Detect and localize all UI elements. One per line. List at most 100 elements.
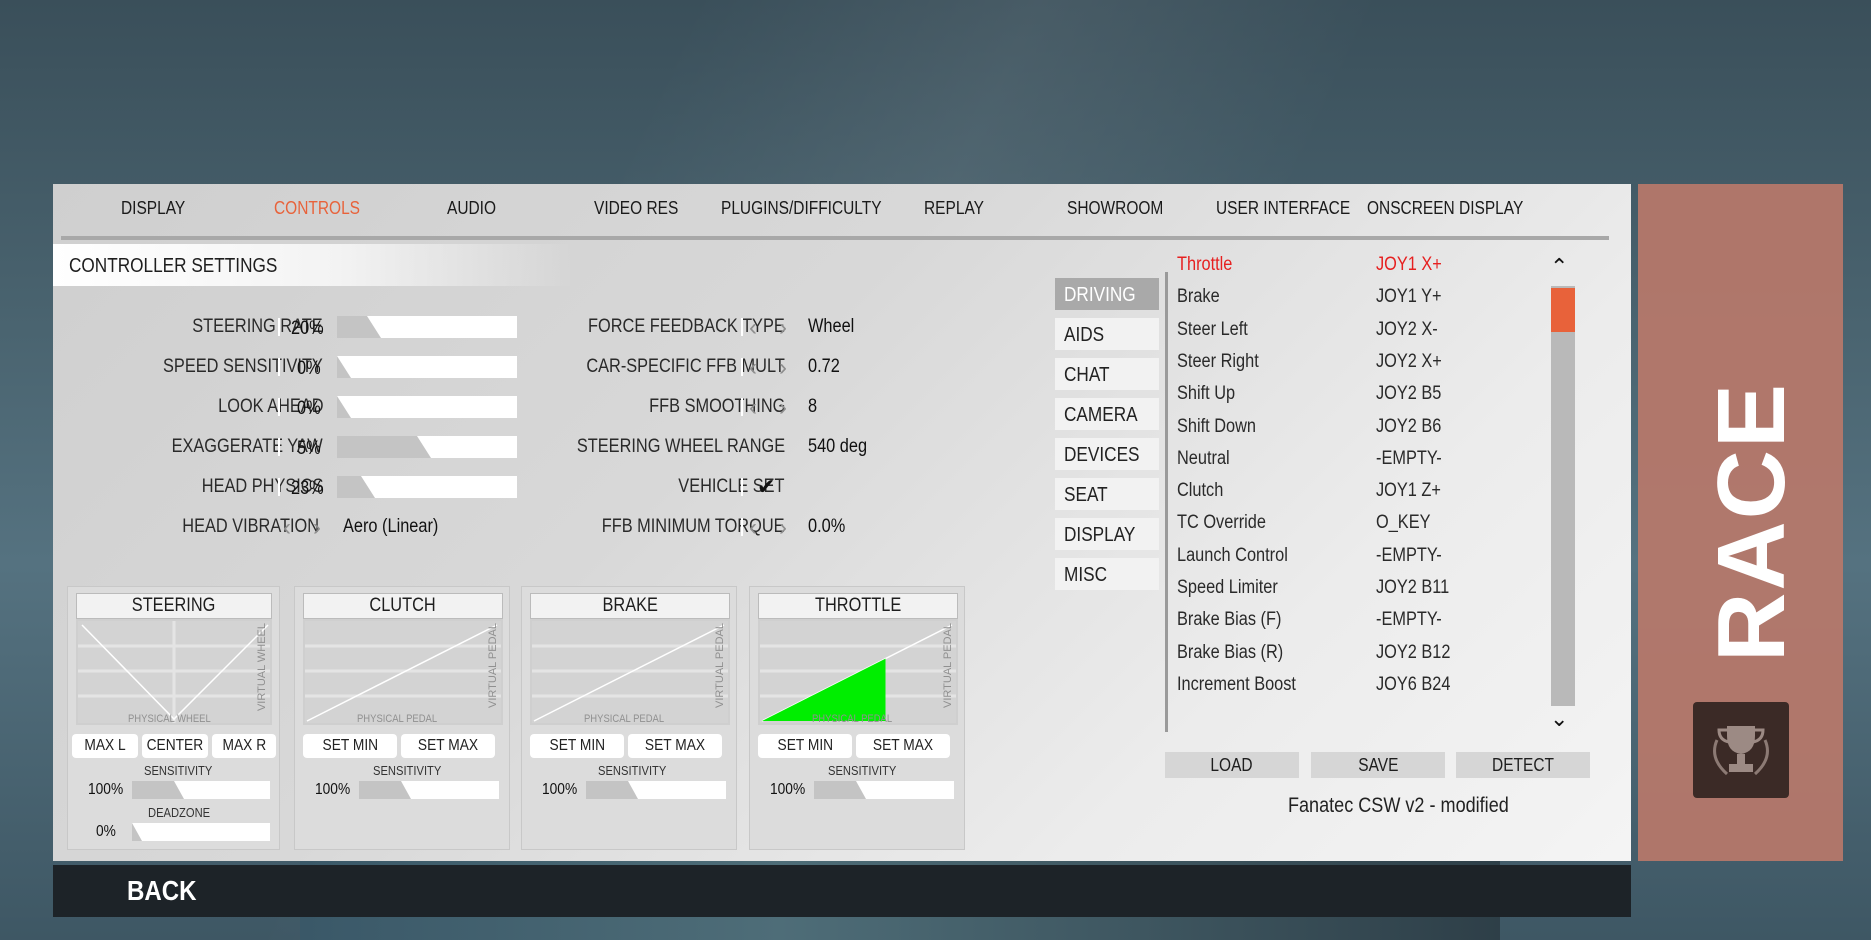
tab-controls[interactable]: CONTROLS	[274, 198, 360, 219]
binding-action: Steer Left	[1177, 318, 1248, 340]
binding-scrollbar[interactable]	[1551, 286, 1575, 706]
steering-wheel-range-value: 540 deg	[808, 436, 868, 457]
head-physics-slider[interactable]	[337, 476, 517, 498]
speed-sensitivity-value: 0%	[297, 358, 321, 379]
category-display[interactable]: DISPLAY	[1055, 518, 1159, 550]
binding-key: JOY2 B6	[1376, 415, 1442, 437]
category-misc[interactable]: MISC	[1055, 558, 1159, 590]
exaggerate-yaw-slider[interactable]	[337, 436, 517, 458]
binding-key: JOY6 B24	[1376, 673, 1451, 695]
binding-scroll-thumb[interactable]	[1551, 288, 1575, 332]
save-button[interactable]: SAVE	[1311, 752, 1445, 778]
tab-replay[interactable]: REPLAY	[924, 198, 984, 219]
binding-action: Shift Down	[1177, 415, 1257, 437]
ffb-type-prev-icon[interactable]: ‹	[749, 316, 757, 340]
back-button[interactable]: BACK	[127, 875, 197, 907]
section-title: CONTROLLER SETTINGS	[69, 255, 278, 277]
tab-video-res[interactable]: VIDEO RES	[594, 198, 678, 219]
category-driving[interactable]: DRIVING	[1055, 278, 1159, 310]
throttle-calibration: THROTTLE PHYSICAL PEDAL VIRTUAL PEDAL SE…	[749, 586, 965, 850]
throttle-sensitivity-slider[interactable]	[814, 781, 954, 799]
section-header: CONTROLLER SETTINGS	[53, 244, 573, 286]
ffb-mult-next-icon[interactable]: ›	[779, 356, 787, 380]
throttle-sensitivity-label: SENSITIVITY	[828, 763, 897, 778]
brake-calibration: BRAKE PHYSICAL PEDAL VIRTUAL PEDAL SET M…	[521, 586, 737, 850]
steering-y-label: VIRTUAL WHEEL	[256, 623, 268, 712]
throttle-title: THROTTLE	[758, 593, 958, 619]
ffb-smoothing-next-icon[interactable]: ›	[779, 396, 787, 420]
clutch-y-label: VIRTUAL PEDAL	[487, 623, 499, 708]
brake-y-label: VIRTUAL PEDAL	[714, 623, 726, 708]
category-chat[interactable]: CHAT	[1055, 358, 1159, 390]
ffb-minimum-torque-value: 0.0%	[808, 516, 846, 537]
brake-set-min-button[interactable]: SET MIN	[530, 734, 624, 758]
ffb-min-torque-prev-icon[interactable]: ‹	[749, 516, 757, 540]
head-vibration-next-icon[interactable]: ›	[313, 516, 321, 540]
binding-action: Speed Limiter	[1177, 577, 1278, 598]
tab-onscreen-display[interactable]: ONSCREEN DISPLAY	[1367, 198, 1523, 219]
binding-action: Brake	[1177, 286, 1220, 308]
binding-action: Neutral	[1177, 447, 1230, 469]
steering-rate-slider[interactable]	[337, 316, 517, 338]
binding-key: JOY2 B11	[1376, 577, 1450, 598]
head-vibration-prev-icon[interactable]: ‹	[283, 516, 291, 540]
clutch-calibration: CLUTCH PHYSICAL PEDAL VIRTUAL PEDAL SET …	[294, 586, 510, 850]
head-physics-value: 23%	[291, 478, 324, 499]
look-ahead-slider[interactable]	[337, 396, 517, 418]
binding-key: -EMPTY-	[1376, 609, 1442, 631]
vehicle-set-checkbox[interactable]: ✔	[757, 474, 775, 500]
steering-sensitivity-label: SENSITIVITY	[144, 763, 213, 778]
category-seat[interactable]: SEAT	[1055, 478, 1159, 510]
speed-sensitivity-slider[interactable]	[337, 356, 517, 378]
binding-action: Increment Boost	[1177, 673, 1296, 695]
head-vibration-label: HEAD VIBRATION	[182, 516, 319, 537]
category-devices[interactable]: DEVICES	[1055, 438, 1159, 470]
scroll-down-icon[interactable]: ⌄	[1550, 706, 1568, 732]
tab-plugins-difficulty[interactable]: PLUGINS/DIFFICULTY	[721, 198, 882, 219]
ffb-min-torque-next-icon[interactable]: ›	[779, 516, 787, 540]
tab-audio[interactable]: AUDIO	[447, 198, 496, 219]
tab-user-interface[interactable]: USER INTERFACE	[1216, 198, 1350, 219]
throttle-set-min-button[interactable]: SET MIN	[758, 734, 852, 758]
max-l-button[interactable]: MAX L	[72, 734, 138, 758]
binding-key: JOY2 B5	[1376, 383, 1442, 405]
max-r-button[interactable]: MAX R	[212, 734, 276, 758]
binding-key: O_KEY	[1376, 512, 1431, 534]
center-button[interactable]: CENTER	[142, 734, 208, 758]
head-vibration-value: Aero (Linear)	[343, 516, 439, 537]
binding-action: Brake Bias (F)	[1177, 609, 1282, 631]
bottom-bar: BACK	[53, 865, 1631, 917]
binding-action: Steer Right	[1177, 350, 1259, 372]
settings-panel: DISPLAY CONTROLS AUDIO VIDEO RES PLUGINS…	[53, 184, 1631, 861]
brake-set-max-button[interactable]: SET MAX	[628, 734, 722, 758]
load-button[interactable]: LOAD	[1165, 752, 1299, 778]
throttle-y-label: VIRTUAL PEDAL	[942, 623, 954, 708]
ffb-mult-prev-icon[interactable]: ‹	[749, 356, 757, 380]
tab-display[interactable]: DISPLAY	[121, 198, 185, 219]
steering-sensitivity-value: 100%	[88, 781, 124, 798]
scroll-up-icon[interactable]: ⌃	[1550, 254, 1568, 280]
throttle-set-max-button[interactable]: SET MAX	[856, 734, 950, 758]
ffb-type-next-icon[interactable]: ›	[779, 316, 787, 340]
clutch-set-min-button[interactable]: SET MIN	[303, 734, 397, 758]
binding-key: JOY2 X+	[1376, 350, 1442, 372]
brake-sensitivity-slider[interactable]	[586, 781, 726, 799]
clutch-sensitivity-slider[interactable]	[359, 781, 499, 799]
brake-graph	[530, 619, 730, 725]
race-label[interactable]: RACE	[1697, 382, 1807, 662]
tab-showroom[interactable]: SHOWROOM	[1067, 198, 1163, 219]
force-feedback-type-value: Wheel	[808, 316, 855, 337]
deadzone-slider[interactable]	[132, 823, 270, 841]
steering-sensitivity-slider[interactable]	[132, 781, 270, 799]
ffb-smoothing-prev-icon[interactable]: ‹	[749, 396, 757, 420]
category-aids[interactable]: AIDS	[1055, 318, 1159, 350]
detect-button[interactable]: DETECT	[1456, 752, 1590, 778]
clutch-set-max-button[interactable]: SET MAX	[401, 734, 495, 758]
car-specific-ffb-mult-value: 0.72	[808, 356, 840, 377]
steering-rate-value: 20%	[291, 318, 324, 339]
trophy-icon[interactable]	[1693, 702, 1789, 798]
steering-graph	[76, 619, 272, 725]
category-camera[interactable]: CAMERA	[1055, 398, 1159, 430]
binding-key: JOY1 X+	[1376, 254, 1442, 275]
clutch-title: CLUTCH	[303, 593, 503, 619]
